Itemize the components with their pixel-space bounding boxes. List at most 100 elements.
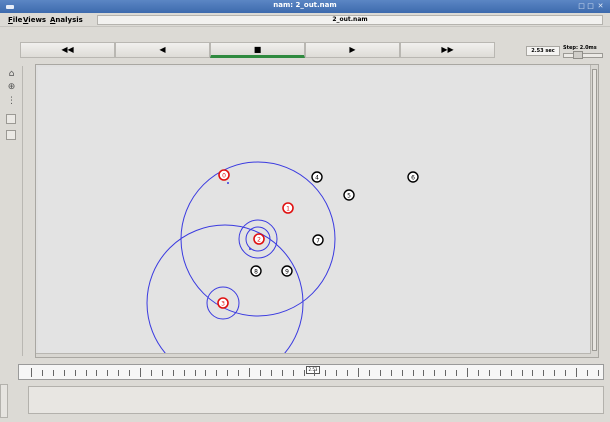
timeline-tick bbox=[586, 370, 588, 376]
timeline-tick bbox=[434, 370, 436, 376]
timeline-tick bbox=[259, 370, 261, 376]
menu-views[interactable]: Views bbox=[23, 16, 46, 24]
layout-icon[interactable]: ⋮ bbox=[6, 96, 17, 107]
timeline-tick bbox=[390, 370, 392, 376]
timeline-tick bbox=[216, 370, 218, 376]
maximize-icon[interactable]: □ bbox=[587, 3, 594, 10]
menu-analysis[interactable]: Analysis bbox=[50, 16, 83, 24]
timeline-tick bbox=[63, 370, 65, 376]
timeline-tick bbox=[510, 370, 512, 376]
timeline-tick bbox=[314, 370, 316, 376]
timeline-tick bbox=[41, 370, 43, 376]
fast-forward-button[interactable]: ▶▶ bbox=[400, 42, 495, 58]
svg-text:5: 5 bbox=[347, 193, 351, 200]
trace-file-label: 2_out.nam bbox=[97, 15, 603, 25]
node-1[interactable]: 1 bbox=[282, 202, 294, 214]
timeline-tick bbox=[292, 370, 294, 376]
node-5[interactable]: 5 bbox=[343, 189, 355, 201]
timeline-tick bbox=[270, 370, 272, 376]
timeline-tick bbox=[445, 370, 447, 376]
timeline-tick bbox=[31, 368, 32, 377]
svg-text:3: 3 bbox=[221, 301, 225, 308]
svg-text:1: 1 bbox=[286, 206, 290, 213]
timeline-tick bbox=[238, 370, 240, 376]
title-bar: nam: 2_out.nam □ □ ✕ bbox=[0, 0, 610, 13]
stop-button[interactable]: ■ bbox=[210, 42, 305, 58]
timeline-tick bbox=[499, 370, 501, 376]
timeline-tick bbox=[161, 370, 163, 376]
timeline-tick bbox=[358, 368, 359, 377]
svg-text:8: 8 bbox=[254, 269, 258, 276]
timeline-tick bbox=[96, 370, 98, 376]
edit-box[interactable] bbox=[6, 114, 16, 124]
network-topology: 0 1 2 3 4 5 6 7 8 9 bbox=[146, 161, 419, 353]
node-6[interactable]: 6 bbox=[407, 171, 419, 183]
svg-text:6: 6 bbox=[411, 175, 415, 182]
packet-mark bbox=[227, 182, 229, 184]
zoom-slider[interactable] bbox=[22, 66, 28, 356]
animation-canvas-frame: 0 1 2 3 4 5 6 7 8 9 bbox=[35, 64, 599, 358]
step-slider[interactable] bbox=[563, 53, 603, 58]
timeline-tick bbox=[456, 370, 458, 376]
node-0[interactable]: 0 bbox=[218, 169, 230, 181]
svg-text:2: 2 bbox=[257, 237, 261, 244]
node-3[interactable]: 3 bbox=[217, 297, 229, 309]
horizontal-scrollbar[interactable] bbox=[36, 353, 591, 357]
timeline-tick bbox=[183, 370, 185, 376]
tool-strip: ⌂ ⊕ ⋮ bbox=[0, 60, 34, 360]
timeline-tick bbox=[118, 370, 120, 376]
timeline-tick bbox=[52, 370, 54, 376]
pane-resize-handle[interactable] bbox=[0, 384, 8, 418]
timeline-tick bbox=[172, 370, 174, 376]
node-9[interactable]: 9 bbox=[281, 265, 293, 277]
timeline-tick bbox=[423, 370, 425, 376]
svg-text:0: 0 bbox=[222, 173, 226, 180]
zoom-in-icon[interactable]: ⌂ bbox=[6, 69, 17, 80]
timeline-tick bbox=[379, 370, 381, 376]
node-8[interactable]: 8 bbox=[250, 265, 262, 277]
timeline-tick bbox=[150, 370, 152, 376]
timeline-tick bbox=[488, 370, 490, 376]
menu-bar: File Views Analysis 2_out.nam bbox=[0, 13, 610, 27]
timeline-tick bbox=[129, 370, 131, 376]
timeline-marker[interactable]: 2.53 bbox=[306, 366, 320, 374]
timeline-tick bbox=[303, 370, 305, 376]
close-icon[interactable]: ✕ bbox=[597, 3, 604, 10]
timeline-tick bbox=[554, 370, 556, 376]
node-4[interactable]: 4 bbox=[311, 171, 323, 183]
timeline-tick bbox=[597, 370, 599, 376]
timeline-tick bbox=[194, 370, 196, 376]
timeline-tick bbox=[140, 368, 141, 377]
timeline-tick bbox=[477, 370, 479, 376]
step-back-button[interactable]: ◀ bbox=[115, 42, 210, 58]
timeline-tick bbox=[565, 370, 567, 376]
timeline-tick bbox=[336, 370, 338, 376]
vertical-scrollbar[interactable] bbox=[590, 65, 598, 357]
play-button[interactable]: ▶ bbox=[305, 42, 400, 58]
animation-canvas[interactable]: 0 1 2 3 4 5 6 7 8 9 bbox=[38, 67, 590, 353]
minimize-icon[interactable]: □ bbox=[578, 3, 585, 10]
timeline-tick bbox=[227, 370, 229, 376]
step-slider-thumb[interactable] bbox=[573, 51, 583, 59]
timeline-tick bbox=[401, 370, 403, 376]
annotation-list[interactable] bbox=[28, 386, 604, 414]
timeline-tick bbox=[325, 370, 327, 376]
rewind-button[interactable]: ◀◀ bbox=[20, 42, 115, 58]
svg-text:7: 7 bbox=[316, 238, 320, 245]
timeline-slider[interactable]: 2.53 bbox=[18, 364, 604, 380]
timeline-tick bbox=[543, 370, 545, 376]
svg-text:9: 9 bbox=[285, 269, 289, 276]
node-7[interactable]: 7 bbox=[312, 234, 324, 246]
vertical-scroll-thumb[interactable] bbox=[592, 69, 597, 351]
time-display: 2.53 sec bbox=[526, 46, 560, 56]
zoom-out-icon[interactable]: ⊕ bbox=[6, 82, 17, 93]
playback-controls: ◀◀ ◀ ■ ▶ ▶▶ 2.53 sec Step: 2.0ms bbox=[0, 28, 610, 60]
nam-window: nam: 2_out.nam □ □ ✕ File Views Analysis… bbox=[0, 0, 610, 422]
timeline-tick bbox=[281, 370, 283, 376]
menu-file[interactable]: File bbox=[8, 16, 22, 24]
blank-box[interactable] bbox=[6, 130, 16, 140]
timeline-tick bbox=[347, 370, 349, 376]
node-2[interactable]: 2 bbox=[253, 233, 265, 245]
timeline-tick bbox=[521, 370, 523, 376]
window-title: nam: 2_out.nam bbox=[273, 1, 337, 9]
